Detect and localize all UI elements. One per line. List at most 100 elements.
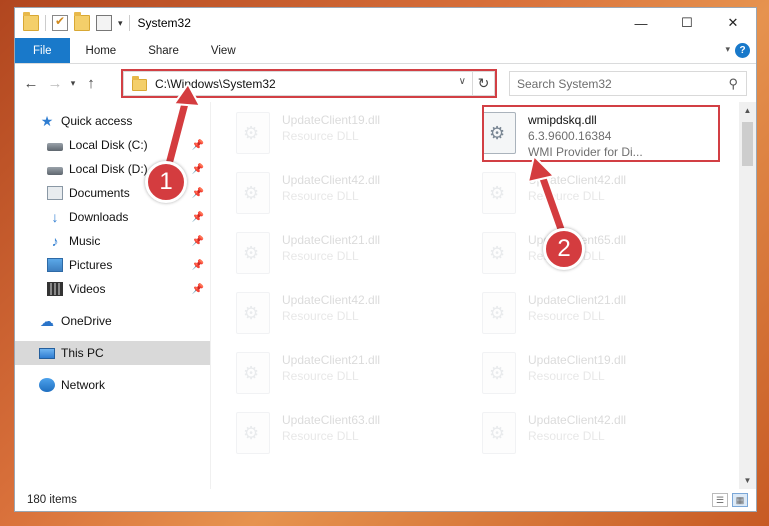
properties-icon[interactable]: [96, 15, 112, 31]
file-item[interactable]: UpdateClient42.dll Resource DLL: [236, 169, 482, 229]
close-button[interactable]: ✕: [710, 8, 756, 38]
toolbar-divider: [45, 15, 46, 31]
videos-icon: [47, 282, 63, 296]
navigation-pane: ★ Quick access Local Disk (C:) 📌 Local D…: [15, 102, 211, 489]
minimize-button[interactable]: —: [618, 8, 664, 38]
item-count: 180 items: [27, 494, 77, 506]
file-name: UpdateClient21.dll: [282, 353, 381, 367]
file-list-pane: UpdateClient19.dllResource DLL wmipdskq.…: [211, 102, 756, 489]
dll-file-icon: [236, 292, 270, 334]
nav-item-label: Pictures: [69, 258, 113, 272]
customize-toolbar-chevron-icon[interactable]: ▾: [118, 18, 123, 29]
tab-file[interactable]: File: [15, 38, 70, 63]
properties-check-icon[interactable]: [52, 14, 68, 31]
nav-item-this-pc[interactable]: This PC: [15, 341, 210, 365]
file-name: UpdateClient21.dll: [282, 233, 381, 247]
details-view-icon[interactable]: ☰: [712, 493, 728, 507]
file-type: Resource DLL: [282, 249, 359, 263]
up-arrow-icon[interactable]: ↑: [79, 75, 103, 92]
download-icon: ↓: [51, 209, 59, 225]
tab-home[interactable]: Home: [70, 38, 133, 63]
disk-icon: [47, 166, 63, 175]
ribbon-tabs: File Home Share View ▾ ?: [15, 38, 756, 64]
nav-item-music[interactable]: ♪ Music 📌: [15, 229, 210, 253]
pin-icon[interactable]: 📌: [192, 188, 204, 199]
quick-access-toolbar: ▾: [15, 12, 130, 31]
explorer-window: ▾ System32 — ☐ ✕ File Home Share View ▾ …: [14, 7, 757, 512]
new-folder-icon[interactable]: [74, 12, 90, 31]
pin-icon[interactable]: 📌: [192, 212, 204, 223]
nav-item-pictures[interactable]: Pictures 📌: [15, 253, 210, 277]
file-name: UpdateClient63.dll: [282, 413, 381, 427]
file-item[interactable]: UpdateClient42.dll Resource DLL: [236, 289, 482, 349]
dll-file-icon: [236, 352, 270, 394]
pin-icon[interactable]: 📌: [192, 284, 204, 295]
nav-item-label: Documents: [69, 186, 130, 200]
file-item[interactable]: UpdateClient42.dll Resource DLL: [482, 409, 728, 469]
nav-item-label: OneDrive: [61, 314, 112, 328]
maximize-button[interactable]: ☐: [664, 8, 710, 38]
dll-file-icon: [482, 292, 516, 334]
nav-item-label: Videos: [69, 282, 106, 296]
step-marker-1: 1: [145, 161, 187, 203]
nav-item-network[interactable]: Network: [15, 373, 210, 397]
nav-item-label: Quick access: [61, 114, 133, 128]
nav-item-downloads[interactable]: ↓ Downloads 📌: [15, 205, 210, 229]
file-name: UpdateClient42.dll: [282, 293, 381, 307]
forward-arrow-icon[interactable]: →: [43, 75, 67, 92]
file-grid: UpdateClient19.dllResource DLL wmipdskq.…: [236, 109, 728, 469]
file-item[interactable]: UpdateClient21.dll Resource DLL: [482, 289, 728, 349]
music-icon: ♪: [51, 233, 59, 249]
dll-file-icon: [236, 412, 270, 454]
pin-icon[interactable]: 📌: [192, 236, 204, 247]
nav-item-quick-access[interactable]: ★ Quick access: [15, 109, 210, 133]
main-content: ★ Quick access Local Disk (C:) 📌 Local D…: [15, 102, 756, 489]
search-icon[interactable]: ⚲: [728, 76, 738, 92]
expand-ribbon-chevron-icon[interactable]: ▾: [725, 44, 730, 55]
computer-icon: [39, 347, 55, 359]
dll-file-icon: [236, 172, 270, 214]
dll-file-icon: [482, 412, 516, 454]
scrollbar-thumb[interactable]: [742, 122, 753, 166]
scroll-up-icon[interactable]: ▲: [739, 102, 756, 119]
file-item[interactable]: UpdateClient42.dll Resource DLL: [482, 169, 728, 229]
pictures-icon: [47, 258, 63, 272]
file-name: UpdateClient19.dll: [528, 353, 627, 367]
dll-file-icon: [482, 172, 516, 214]
search-input[interactable]: Search System32 ⚲: [509, 71, 747, 96]
vertical-scrollbar[interactable]: ▲ ▼: [739, 102, 756, 489]
view-toggles: ☰ ▦: [712, 493, 748, 507]
pin-icon[interactable]: 📌: [192, 140, 204, 151]
pin-icon[interactable]: 📌: [192, 260, 204, 271]
star-icon: ★: [40, 113, 54, 129]
file-type: Resource DLL: [282, 369, 359, 383]
tab-share[interactable]: Share: [132, 38, 195, 63]
dll-file-icon: [236, 232, 270, 274]
file-type: Resource DLL: [528, 189, 605, 203]
dll-file-icon: [236, 112, 270, 154]
scroll-down-icon[interactable]: ▼: [739, 472, 756, 489]
file-type: Resource DLL: [282, 189, 359, 203]
large-icons-view-icon[interactable]: ▦: [732, 493, 748, 507]
file-item[interactable]: UpdateClient19.dll Resource DLL: [482, 349, 728, 409]
tab-view[interactable]: View: [195, 38, 252, 63]
file-item[interactable]: UpdateClient63.dll Resource DLL: [236, 409, 482, 469]
file-type: Resource DLL: [282, 429, 359, 443]
file-name: UpdateClient21.dll: [528, 293, 627, 307]
back-arrow-icon[interactable]: ←: [19, 75, 43, 92]
recent-locations-chevron-icon[interactable]: ▾: [67, 78, 79, 89]
onedrive-icon: ☁: [40, 313, 54, 329]
file-item[interactable]: UpdateClient19.dll Resource DLL: [236, 109, 482, 169]
nav-item-label: Local Disk (C:): [69, 138, 148, 152]
nav-item-videos[interactable]: Videos 📌: [15, 277, 210, 301]
folder-icon[interactable]: [23, 12, 39, 31]
file-item[interactable]: UpdateClient21.dll Resource DLL: [236, 229, 482, 289]
nav-item-onedrive[interactable]: ☁ OneDrive: [15, 309, 210, 333]
file-item[interactable]: UpdateClient21.dll Resource DLL: [236, 349, 482, 409]
nav-item-label: Downloads: [69, 210, 129, 224]
help-icon[interactable]: ?: [735, 43, 750, 58]
window-controls: — ☐ ✕: [618, 8, 756, 38]
pin-icon[interactable]: 📌: [192, 164, 204, 175]
file-item[interactable]: UpdateClient65.dllResource DLL: [482, 229, 728, 289]
nav-item-local-disk-c[interactable]: Local Disk (C:) 📌: [15, 133, 210, 157]
